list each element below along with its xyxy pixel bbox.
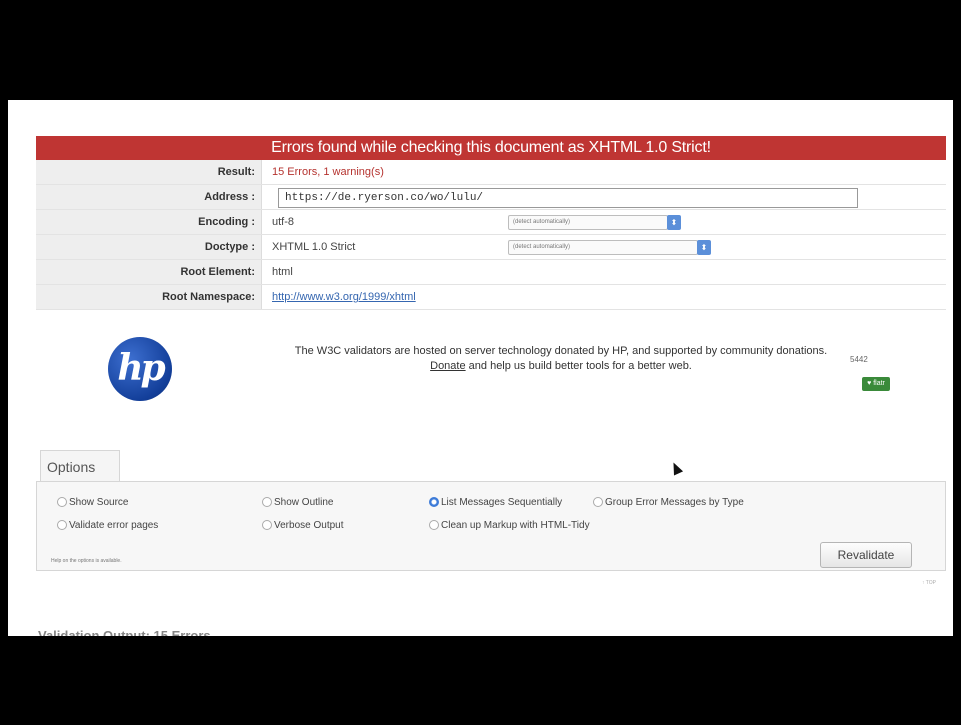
root-element-row: Root Element: html xyxy=(36,260,946,285)
checkbox-icon[interactable] xyxy=(57,497,67,507)
root-namespace-link[interactable]: http://www.w3.org/1999/xhtml xyxy=(272,291,416,303)
sponsor-line-1: The W3C validators are hosted on server … xyxy=(294,345,828,357)
result-label: Result: xyxy=(36,160,262,184)
letterbox-top xyxy=(0,0,961,100)
radio-selected-icon[interactable] xyxy=(429,497,439,507)
result-value: 15 Errors, 1 warning(s) xyxy=(262,160,946,184)
address-row: Address : https://de.ryerson.co/wo/lulu/ xyxy=(36,185,946,210)
validation-output-heading: Validation Output: 15 Errors xyxy=(38,628,211,636)
options-box: Show Source Show Outline List Messages S… xyxy=(36,481,946,571)
show-outline-option[interactable]: Show Outline xyxy=(262,497,333,509)
doctype-row: Doctype : XHTML 1.0 Strict (detect autom… xyxy=(36,235,946,260)
flattr-button[interactable]: ♥ flatr xyxy=(862,377,890,391)
root-namespace-label: Root Namespace: xyxy=(36,285,262,309)
error-banner: Errors found while checking this documen… xyxy=(36,136,946,160)
encoding-value: utf-8 xyxy=(272,216,295,228)
result-row: Result: 15 Errors, 1 warning(s) xyxy=(36,160,946,185)
validate-error-pages-option[interactable]: Validate error pages xyxy=(57,520,158,532)
list-sequential-option[interactable]: List Messages Sequentially xyxy=(429,497,562,509)
letterbox-bottom xyxy=(0,636,961,725)
encoding-row: Encoding : utf-8 (detect automatically) … xyxy=(36,210,946,235)
doctype-select-value: (detect automatically) xyxy=(513,244,571,250)
encoding-select[interactable]: (detect automatically) ⬍ xyxy=(508,215,681,230)
checkbox-icon[interactable] xyxy=(262,520,272,530)
validator-page: Errors found while checking this documen… xyxy=(8,100,953,636)
sponsor-text: The W3C validators are hosted on server … xyxy=(276,344,846,374)
encoding-select-value: (detect automatically) xyxy=(513,219,571,225)
select-arrow-icon: ⬍ xyxy=(667,215,681,230)
checkbox-icon[interactable] xyxy=(57,520,67,530)
clean-up-option[interactable]: Clean up Markup with HTML-Tidy xyxy=(429,520,590,532)
address-input[interactable]: https://de.ryerson.co/wo/lulu/ xyxy=(278,188,858,208)
root-namespace-row: Root Namespace: http://www.w3.org/1999/x… xyxy=(36,285,946,310)
show-source-option[interactable]: Show Source xyxy=(57,497,128,509)
encoding-label: Encoding : xyxy=(36,210,262,234)
doctype-label: Doctype : xyxy=(36,235,262,259)
options-panel: Options Show Source Show Outline List Me… xyxy=(36,450,946,572)
options-help-text[interactable]: Help on the options is available. xyxy=(51,558,122,564)
top-link[interactable]: ↑ TOP xyxy=(922,580,936,586)
address-label: Address : xyxy=(36,185,262,209)
options-tab[interactable]: Options xyxy=(40,450,120,482)
radio-icon[interactable] xyxy=(593,497,603,507)
sponsor-section: hp The W3C validators are hosted on serv… xyxy=(36,330,946,420)
result-table: Errors found while checking this documen… xyxy=(36,136,946,310)
revalidate-button[interactable]: Revalidate xyxy=(820,542,912,568)
group-by-type-option[interactable]: Group Error Messages by Type xyxy=(593,497,744,509)
donate-link[interactable]: Donate xyxy=(430,360,465,372)
flattr-count: 5442 xyxy=(850,355,868,364)
sponsor-line-2: and help us build better tools for a bet… xyxy=(465,360,692,372)
select-arrow-icon: ⬍ xyxy=(697,240,711,255)
root-element-label: Root Element: xyxy=(36,260,262,284)
verbose-output-option[interactable]: Verbose Output xyxy=(262,520,344,532)
doctype-value: XHTML 1.0 Strict xyxy=(272,241,356,253)
checkbox-icon[interactable] xyxy=(429,520,439,530)
root-element-value: html xyxy=(262,260,946,284)
hp-logo[interactable]: hp xyxy=(108,337,172,401)
checkbox-icon[interactable] xyxy=(262,497,272,507)
doctype-select[interactable]: (detect automatically) ⬍ xyxy=(508,240,711,255)
